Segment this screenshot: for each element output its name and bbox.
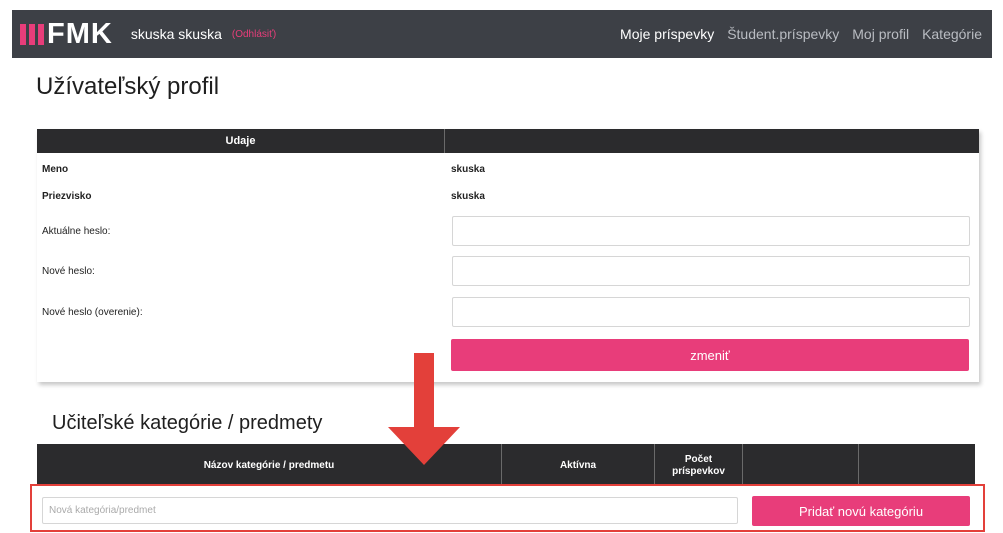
change-password-button[interactable]: zmeniť xyxy=(451,339,969,371)
fmk-logo[interactable]: FMK xyxy=(20,10,113,58)
red-arrow-icon xyxy=(388,353,460,465)
categories-table-header: Názov kategórie / predmetu Aktívna Počet… xyxy=(37,444,975,488)
add-category-button[interactable]: Pridať novú kategóriu xyxy=(752,496,970,526)
confirm-password-field[interactable] xyxy=(452,297,970,327)
name-value: skuska xyxy=(451,164,485,175)
logo-bars-icon xyxy=(20,23,44,45)
new-category-input[interactable] xyxy=(42,497,738,524)
nav-link-student-posts[interactable]: Študent.príspevky xyxy=(727,26,839,42)
current-password-label: Aktuálne heslo: xyxy=(42,226,111,237)
profile-card: Udaje Meno skuska Priezvisko skuska Aktu… xyxy=(37,129,979,382)
nav-link-my-profile[interactable]: Moj profil xyxy=(852,26,909,42)
surname-label: Priezvisko xyxy=(42,191,92,202)
column-active: Aktívna xyxy=(502,444,655,488)
new-password-field[interactable] xyxy=(452,256,970,286)
top-navbar: FMK skuska skuska (Odhlásiť) Moje príspe… xyxy=(12,10,992,58)
current-password-field[interactable] xyxy=(452,216,970,246)
add-category-row: Pridať novú kategóriu xyxy=(30,484,985,532)
column-actions-1 xyxy=(743,444,859,488)
current-user-name: skuska skuska xyxy=(130,26,222,42)
logo-text: FMK xyxy=(47,17,113,50)
surname-value: skuska xyxy=(451,191,485,202)
column-post-count: Počet príspevkov xyxy=(655,444,743,488)
nav-links: Moje príspevky Študent.príspevky Moj pro… xyxy=(607,26,982,42)
profile-table-header: Udaje xyxy=(37,129,979,153)
name-label: Meno xyxy=(42,164,69,175)
page-title: Užívateľský profil xyxy=(36,73,220,100)
nav-link-my-posts[interactable]: Moje príspevky xyxy=(620,26,714,42)
confirm-password-label: Nové heslo (overenie): xyxy=(42,307,143,318)
new-password-label: Nové heslo: xyxy=(42,266,95,277)
logout-link[interactable]: (Odhlásiť) xyxy=(232,29,276,40)
categories-section-title: Učiteľské kategórie / predmety xyxy=(52,412,323,434)
column-actions-2 xyxy=(859,444,975,488)
nav-link-categories[interactable]: Kategórie xyxy=(922,26,982,42)
profile-header-label: Udaje xyxy=(37,129,445,153)
